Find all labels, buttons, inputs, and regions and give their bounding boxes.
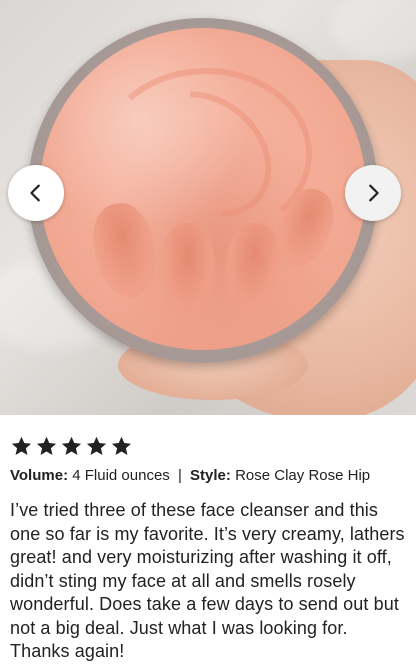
cream (40, 28, 366, 350)
next-image-button[interactable] (345, 165, 401, 221)
review-photo (0, 0, 416, 415)
volume-key: Volume: (10, 467, 69, 484)
review-variation: Volume: 4 Fluid ounces | Style: Rose Cla… (10, 467, 406, 484)
star-icon (36, 436, 57, 456)
star-icon (86, 436, 107, 456)
star-icon (61, 436, 82, 456)
previous-image-button[interactable] (8, 165, 64, 221)
review-text: I’ve tried three of these face cleanser … (10, 500, 405, 661)
volume-value: 4 Fluid ounces (72, 467, 170, 484)
star-icon (111, 436, 132, 456)
review-photo-screen: Volume: 4 Fluid ounces | Style: Rose Cla… (0, 0, 416, 670)
chevron-left-icon (30, 184, 40, 202)
chevron-right-icon (369, 184, 379, 202)
style-key: Style: (190, 467, 231, 484)
star-rating (10, 435, 406, 459)
meta-separator: | (177, 467, 182, 484)
style-value: Rose Clay Rose Hip (235, 467, 371, 484)
star-icon (11, 436, 32, 456)
review-card: Volume: 4 Fluid ounces | Style: Rose Cla… (0, 415, 416, 670)
